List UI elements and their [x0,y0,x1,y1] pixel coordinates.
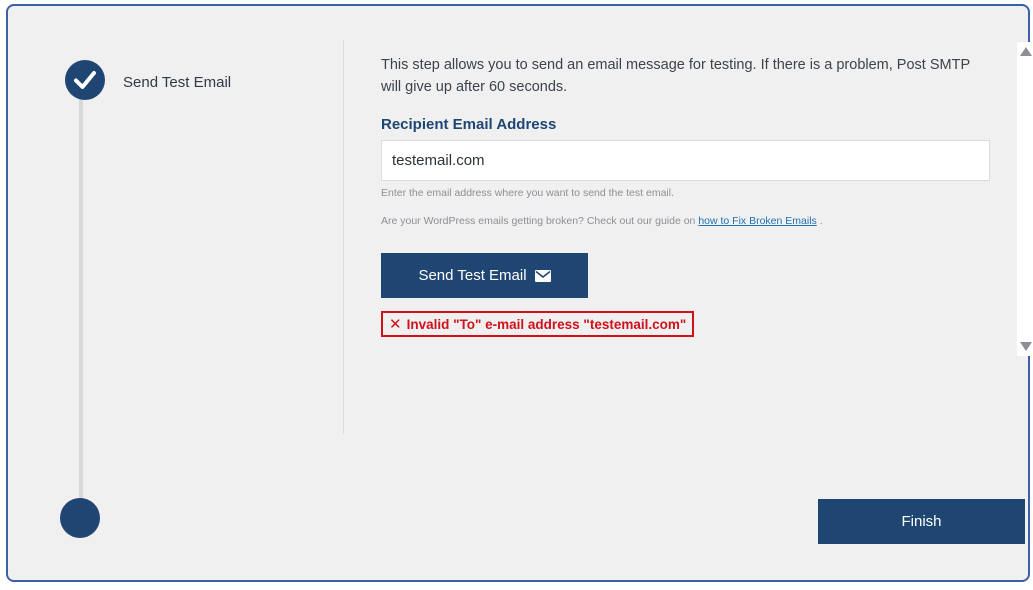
scroll-down-arrow-icon[interactable] [1020,342,1032,351]
error-message-box: ✕ Invalid "To" e-mail address "testemail… [381,311,695,337]
send-button-label: Send Test Email [418,267,527,284]
recipient-hint: Enter the email address where you want t… [381,187,674,199]
scroll-up-arrow-icon[interactable] [1020,47,1032,56]
step-description: This step allows you to send an email me… [381,57,970,95]
scrollbar[interactable] [1017,42,1033,356]
send-test-email-button[interactable]: Send Test Email [381,253,588,298]
error-message: Invalid "To" e-mail address "testemail.c… [406,316,687,332]
step-label: Send Test Email [123,74,232,91]
guide-prefix: Are your WordPress emails getting broken… [381,215,696,227]
fix-broken-emails-link[interactable]: how to Fix Broken Emails [698,215,816,227]
step-complete-indicator [65,60,105,100]
checkmark-icon [74,71,96,89]
envelope-icon [534,269,551,282]
recipient-label: Recipient Email Address [381,116,557,133]
x-icon: ✕ [389,316,402,333]
stepper-track [79,92,83,514]
guide-suffix: . [819,215,823,227]
step-final-indicator [60,498,100,538]
wizard-panel: Send Test Email This step allows you to … [6,4,1033,582]
step-content: This step allows you to send an email me… [381,54,993,337]
recipient-email-input[interactable] [381,140,990,181]
column-divider [343,40,344,434]
guide-text: Are your WordPress emails getting broken… [381,215,993,227]
finish-button[interactable]: Finish [818,499,1025,544]
